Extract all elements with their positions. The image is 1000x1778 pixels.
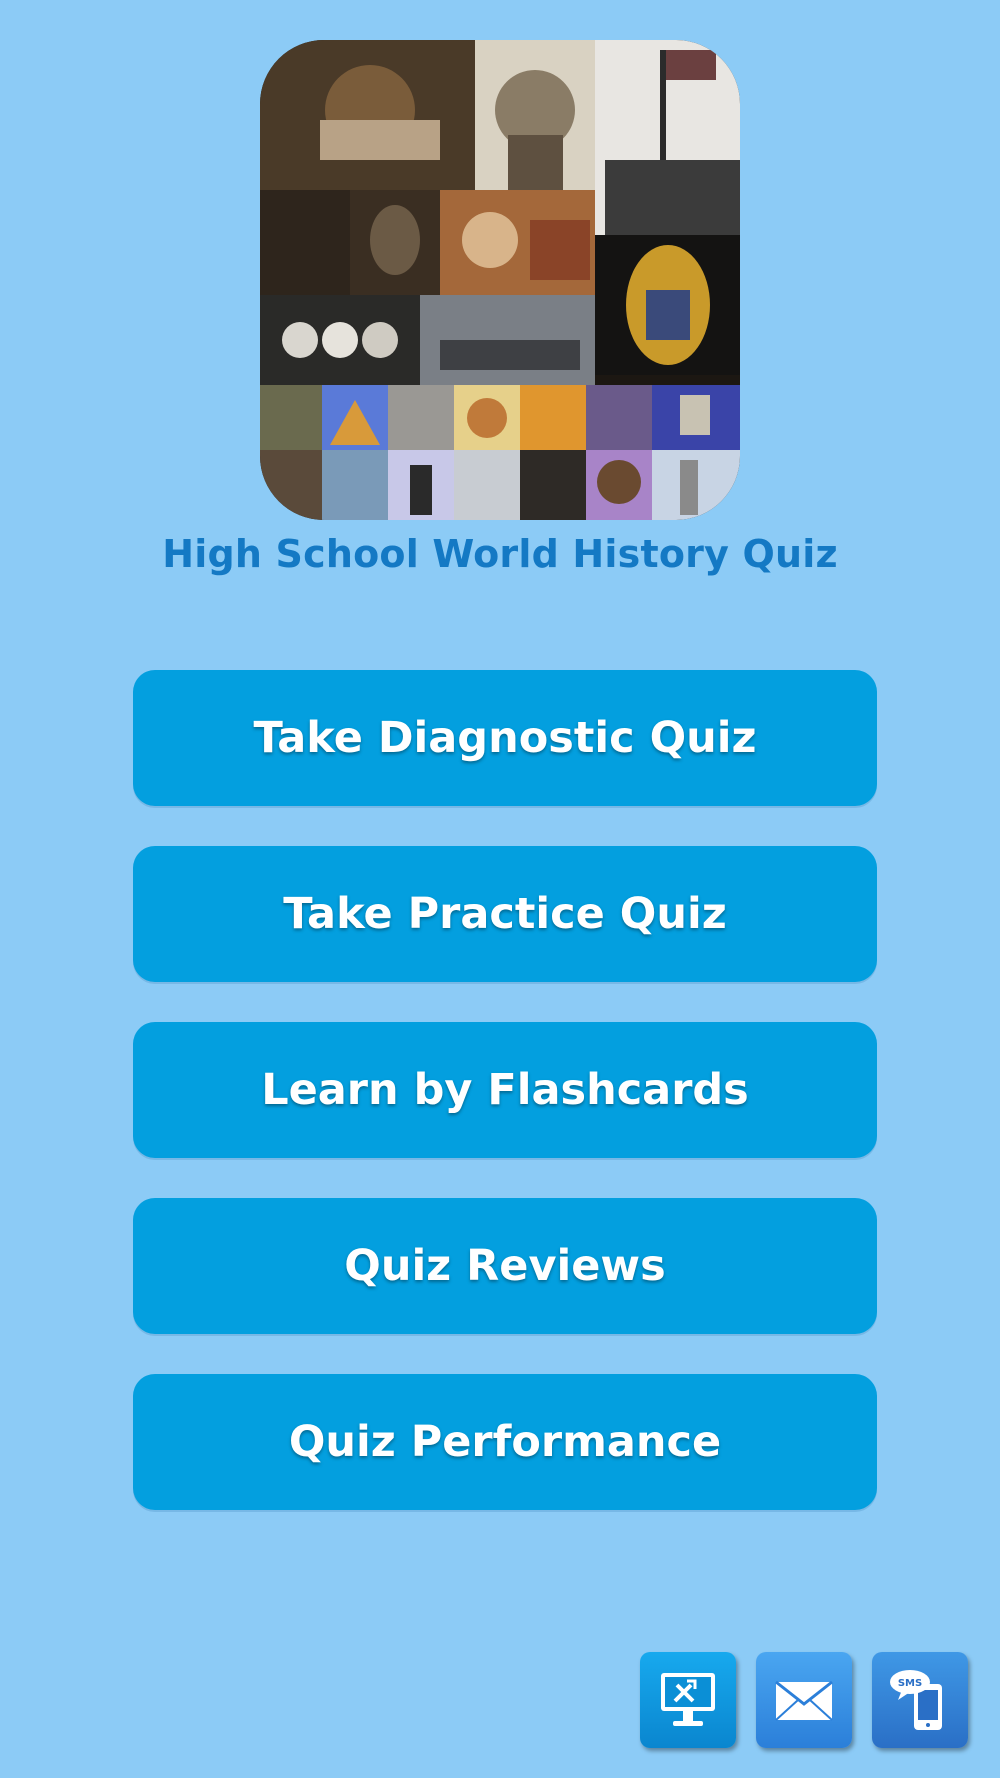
desktop-tools-icon bbox=[661, 1673, 715, 1726]
desktop-tools-button[interactable] bbox=[640, 1652, 736, 1748]
quiz-reviews-button[interactable]: Quiz Reviews bbox=[133, 1198, 877, 1334]
app-logo-collage bbox=[260, 40, 740, 520]
take-practice-quiz-button[interactable]: Take Practice Quiz bbox=[133, 846, 877, 982]
mail-icon bbox=[775, 1680, 833, 1721]
footer-actions: SMS bbox=[640, 1652, 968, 1748]
sms-phone-icon: SMS bbox=[890, 1670, 942, 1730]
main-menu: Take Diagnostic Quiz Take Practice Quiz … bbox=[133, 670, 877, 1550]
quiz-performance-button[interactable]: Quiz Performance bbox=[133, 1374, 877, 1510]
app-title: High School World History Quiz bbox=[162, 532, 838, 576]
sms-label: SMS bbox=[898, 1678, 922, 1689]
email-button[interactable] bbox=[756, 1652, 852, 1748]
sms-button[interactable]: SMS bbox=[872, 1652, 968, 1748]
learn-by-flashcards-button[interactable]: Learn by Flashcards bbox=[133, 1022, 877, 1158]
take-diagnostic-quiz-button[interactable]: Take Diagnostic Quiz bbox=[133, 670, 877, 806]
